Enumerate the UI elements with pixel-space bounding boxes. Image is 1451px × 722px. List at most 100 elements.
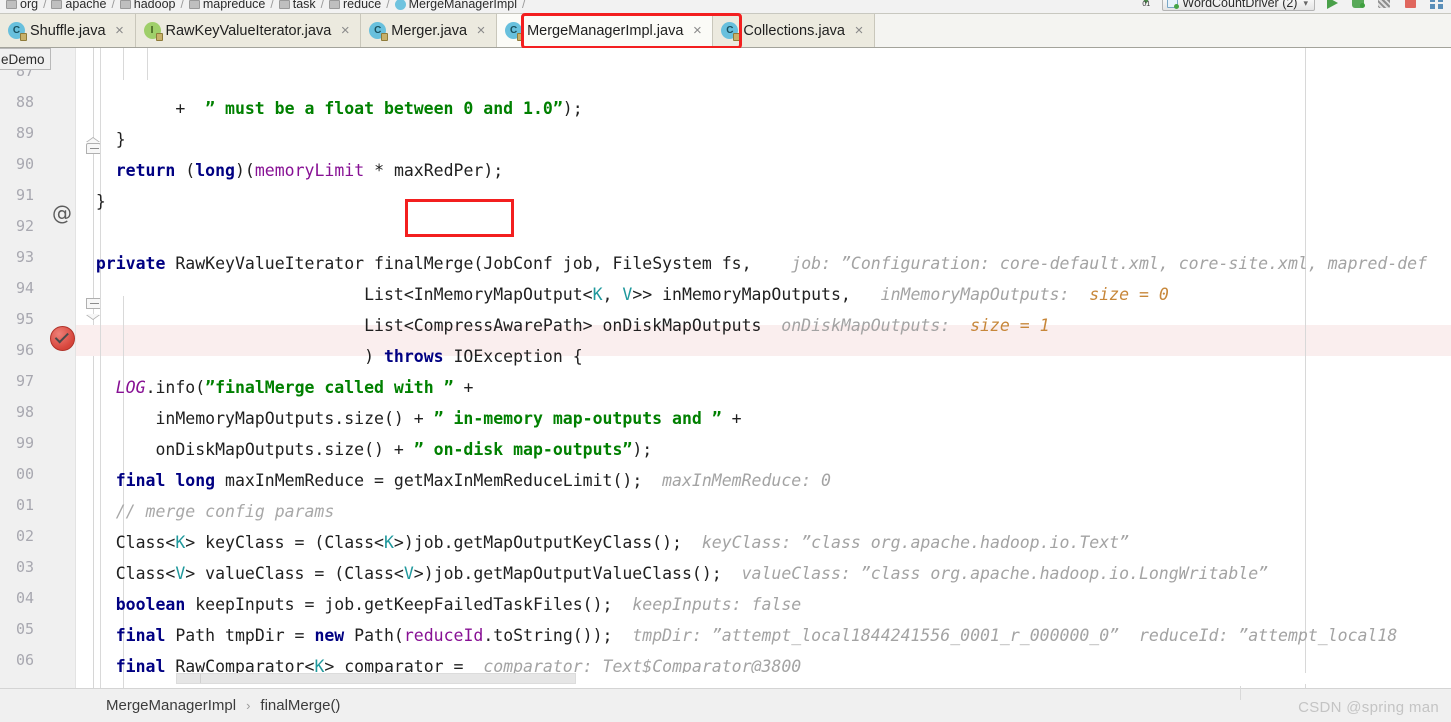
code-line[interactable]: onDiskMapOutputs.size() + ” on-disk map-…: [76, 434, 652, 465]
stop-icon[interactable]: [1402, 0, 1419, 10]
editor-gutter[interactable]: 87 88 89 90 91 92 93 94 95 96 97 98 99 0…: [0, 48, 76, 688]
code-token: .info(: [145, 378, 206, 397]
annotation-at-icon[interactable]: @: [52, 198, 72, 229]
line-number: 05: [15, 620, 34, 638]
breakpoint-checked-icon[interactable]: [50, 326, 75, 351]
nav-crumb-hadoop[interactable]: hadoop: [118, 0, 178, 11]
run-toolbar: 01 WordCountDriver (2) ▾: [1139, 0, 1451, 11]
code-line-executing[interactable]: LOG.info(”finalMerge called with ” +: [76, 372, 474, 403]
run-icon[interactable]: [1324, 0, 1341, 10]
tab-merger-java[interactable]: C Merger.java ×: [361, 14, 498, 47]
tab-rawkeyvalueiterator-java[interactable]: I RawKeyValueIterator.java ×: [135, 14, 362, 47]
nav-crumb-reduce[interactable]: reduce: [327, 0, 383, 11]
bookmark-icon[interactable]: 01: [1139, 0, 1153, 10]
code-token: Class<: [76, 533, 176, 552]
code-line[interactable]: inMemoryMapOutputs.size() + ” in-memory …: [76, 403, 741, 434]
code-line[interactable]: + ” must be a float between 0 and 1.0”);: [76, 93, 582, 124]
run-config-icon: [1167, 0, 1180, 9]
code-line[interactable]: final long maxInMemReduce = getMaxInMemR…: [76, 465, 831, 496]
code-token: ” on-disk map-outputs”: [413, 440, 633, 459]
code-line[interactable]: }: [76, 186, 106, 217]
line-number: 95: [15, 310, 34, 328]
status-bar: MergeManagerImpl › finalMerge(): [0, 688, 1451, 722]
code-line[interactable]: boolean keepInputs = job.getKeepFailedTa…: [76, 589, 801, 620]
close-icon[interactable]: ×: [475, 23, 487, 38]
code-line[interactable]: List<CompressAwarePath> onDiskMapOutputs…: [76, 310, 1049, 341]
code-token: List<InMemoryMapOutput<: [76, 285, 593, 304]
code-token: private: [95, 254, 166, 273]
status-breadcrumb-class[interactable]: MergeManagerImpl: [106, 697, 236, 714]
nav-crumb-mapreduce[interactable]: mapreduce: [187, 0, 268, 11]
code-token: return: [115, 161, 176, 180]
code-line[interactable]: ) throws IOException {: [76, 341, 583, 372]
code-editor[interactable]: 87 88 89 90 91 92 93 94 95 96 97 98 99 0…: [0, 48, 1451, 688]
line-number: 93: [15, 248, 34, 266]
code-line[interactable]: Class<V> valueClass = (Class<V>)job.getM…: [76, 558, 1268, 589]
code-token: );: [632, 440, 653, 459]
nav-crumb-apache[interactable]: apache: [49, 0, 108, 11]
chevron-down-icon: ▾: [1303, 0, 1308, 8]
code-token: Path tmpDir =: [165, 626, 315, 645]
code-token: keepInputs = job.getKeepFailedTaskFiles(…: [185, 595, 613, 614]
code-token: K: [592, 285, 603, 304]
code-token: ,: [602, 285, 623, 304]
code-line[interactable]: final Path tmpDir = new Path(reduceId.to…: [76, 620, 1398, 651]
code-token: (: [175, 161, 196, 180]
tab-label: MergeManagerImpl.java: [527, 22, 684, 39]
nav-separator: /: [111, 0, 115, 11]
run-configuration-selector[interactable]: WordCountDriver (2) ▾: [1162, 0, 1315, 11]
tab-mergemanagerimpl-java[interactable]: C MergeManagerImpl.java ×: [497, 14, 714, 47]
code-token: final long: [115, 471, 216, 490]
line-number: 96: [15, 341, 34, 359]
tab-collections-java[interactable]: C Collections.java ×: [713, 14, 875, 47]
code-line[interactable]: private RawKeyValueIterator finalMerge(J…: [76, 248, 1427, 279]
close-icon[interactable]: ×: [339, 23, 351, 38]
code-text-pane[interactable]: + ” must be a float between 0 and 1.0”);…: [76, 48, 1451, 688]
code-token: ” must be a float between 0 and 1.0”: [205, 99, 563, 118]
run-configuration-label: WordCountDriver (2): [1182, 0, 1298, 10]
code-line[interactable]: // merge config params: [76, 496, 335, 527]
close-icon[interactable]: ×: [691, 23, 703, 38]
check-glyph: [54, 329, 69, 344]
code-token: > keyClass = (Class<: [185, 533, 384, 552]
debug-icon[interactable]: [1350, 0, 1367, 10]
editor-tab-bar: C Shuffle.java × I RawKeyValueIterator.j…: [0, 14, 1451, 48]
finalmerge-annotation-highlight: [405, 199, 514, 237]
tab-label: Collections.java: [743, 22, 845, 39]
line-number: 89: [15, 124, 34, 142]
coverage-icon[interactable]: [1376, 0, 1393, 10]
status-breadcrumb-method[interactable]: finalMerge(): [260, 697, 340, 714]
code-token: new: [314, 626, 345, 645]
line-number: 00: [15, 465, 34, 483]
scrollbar-grip: [200, 674, 201, 683]
code-line[interactable]: return (long)(memoryLimit * maxRedPer);: [76, 155, 503, 186]
code-line[interactable]: }: [76, 124, 126, 155]
nav-crumb-org[interactable]: org: [4, 0, 40, 11]
close-icon[interactable]: ×: [853, 23, 865, 38]
nav-separator: /: [43, 0, 47, 11]
class-icon: [394, 0, 406, 10]
nav-crumb-label: apache: [65, 0, 107, 11]
close-icon[interactable]: ×: [114, 23, 126, 38]
tab-shuffle-java[interactable]: C Shuffle.java ×: [0, 14, 136, 47]
code-line[interactable]: Class<K> keyClass = (Class<K>)job.getMap…: [76, 527, 1129, 558]
line-number: 06: [15, 651, 34, 669]
layout-icon[interactable]: [1428, 0, 1445, 10]
code-token: ”finalMerge called with ”: [205, 378, 454, 397]
nav-crumb-label: hadoop: [133, 0, 176, 11]
lock-icon: [155, 33, 163, 41]
nav-crumb-mergemanagerimpl[interactable]: MergeManagerImpl: [393, 0, 519, 11]
code-line[interactable]: List<InMemoryMapOutput<K, V>> inMemoryMa…: [76, 279, 1169, 310]
code-token: K: [175, 533, 186, 552]
code-token: > valueClass = (Class<: [185, 564, 404, 583]
class-icon: C: [369, 22, 389, 41]
line-number: 98: [15, 403, 34, 421]
side-tool-tab-demo[interactable]: eDemo: [0, 48, 51, 70]
horizontal-scrollbar-thumb[interactable]: [176, 673, 576, 684]
line-number: 90: [15, 155, 34, 173]
nav-crumb-task[interactable]: task: [277, 0, 318, 11]
nav-crumb-label: task: [292, 0, 316, 11]
